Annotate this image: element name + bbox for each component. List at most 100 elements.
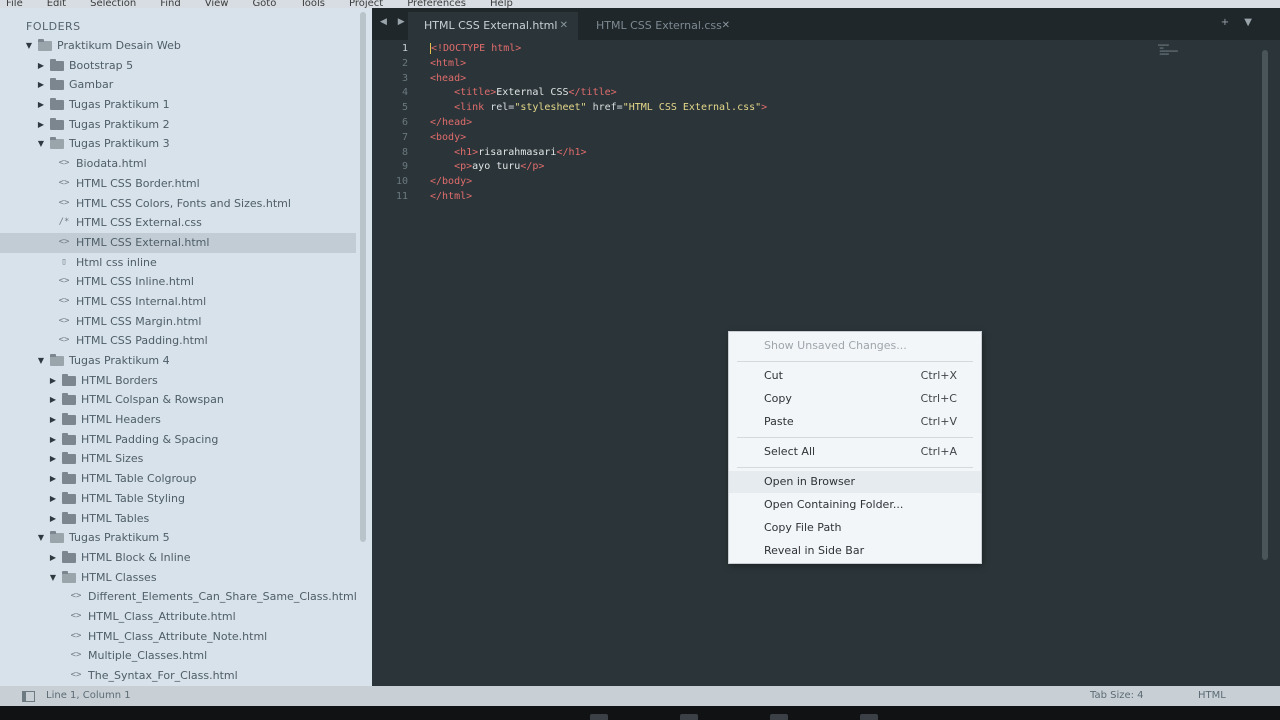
panel-toggle-icon[interactable] — [22, 691, 35, 702]
code-line[interactable]: <!DOCTYPE html> — [430, 42, 767, 57]
file-item[interactable]: ▯ Html css inline — [0, 253, 356, 273]
tab-html-css-external-css[interactable]: HTML CSS External.css ✕ — [580, 12, 740, 40]
folder-item[interactable]: ▼ Praktikum Desain Web — [0, 36, 356, 56]
file-item[interactable]: <> Biodata.html — [0, 154, 356, 174]
code-line[interactable]: <title>External CSS</title> — [430, 86, 767, 101]
menu-preferences[interactable]: Preferences — [401, 0, 466, 8]
folder-item[interactable]: ▼ Tugas Praktikum 5 — [0, 528, 356, 548]
folder-item[interactable]: ▶ HTML Colspan & Rowspan — [0, 390, 356, 410]
taskbar-app-icon[interactable] — [860, 714, 878, 720]
close-icon[interactable]: ✕ — [722, 12, 730, 40]
chevron-right-icon[interactable]: ▶ — [48, 371, 58, 391]
folder-icon — [50, 117, 64, 130]
chevron-right-icon[interactable]: ▶ — [48, 489, 58, 509]
menu-help[interactable]: Help — [484, 0, 513, 8]
chevron-down-icon[interactable]: ▼ — [24, 36, 34, 56]
file-item[interactable]: <> HTML CSS External.html — [0, 232, 356, 253]
menu-tools[interactable]: Tools — [294, 0, 325, 8]
code-line[interactable]: <link rel="stylesheet" href="HTML CSS Ex… — [430, 101, 767, 116]
folder-item[interactable]: ▶ Bootstrap 5 — [0, 56, 356, 76]
file-item[interactable]: <> HTML CSS Internal.html — [0, 292, 356, 312]
sidebar-header: FOLDERS — [26, 20, 81, 33]
file-item[interactable]: <> Multiple_Classes.html — [0, 646, 356, 666]
context-menu-item-copy-file-path[interactable]: Copy File Path — [729, 517, 981, 539]
chevron-right-icon[interactable]: ▶ — [48, 548, 58, 568]
file-item[interactable]: <> The_Syntax_For_Class.html — [0, 666, 356, 686]
file-item[interactable]: <> Different_Elements_Can_Share_Same_Clas… — [0, 587, 357, 607]
folder-item[interactable]: ▶ HTML Headers — [0, 410, 356, 430]
folder-item[interactable]: ▶ HTML Table Colgroup — [0, 469, 356, 489]
close-icon[interactable]: ✕ — [560, 12, 568, 40]
folder-item[interactable]: ▶ HTML Block & Inline — [0, 548, 356, 568]
folder-item[interactable]: ▶ HTML Tables — [0, 509, 356, 529]
chevron-right-icon[interactable]: ▶ — [36, 115, 46, 135]
taskbar-app-icon[interactable] — [590, 714, 608, 720]
sidebar-scrollbar[interactable] — [360, 12, 366, 542]
context-menu-item-paste[interactable]: Paste Ctrl+V — [729, 411, 981, 433]
folder-item[interactable]: ▼ HTML Classes — [0, 568, 356, 588]
taskbar-app-icon[interactable] — [680, 714, 698, 720]
chevron-right-icon[interactable]: ▶ — [48, 430, 58, 450]
folder-item[interactable]: ▶ Tugas Praktikum 2 — [0, 115, 356, 135]
code-line[interactable]: <html> — [430, 57, 767, 72]
chevron-right-icon[interactable]: ▶ — [48, 449, 58, 469]
code-line[interactable]: </head> — [430, 116, 767, 131]
file-item[interactable]: <> HTML CSS Inline.html — [0, 272, 356, 292]
menu-project[interactable]: Project — [343, 0, 383, 8]
folder-item[interactable]: ▶ HTML Table Styling — [0, 489, 356, 509]
syntax-selector[interactable]: HTML — [1198, 686, 1226, 706]
code-line[interactable]: <body> — [430, 131, 767, 146]
file-item[interactable]: /* HTML CSS External.css — [0, 213, 356, 233]
tab-nav-arrows-icon[interactable]: ◀ ▶ — [380, 17, 409, 27]
file-item[interactable]: <> HTML_Class_Attribute_Note.html — [0, 627, 356, 647]
folder-item[interactable]: ▶ HTML Sizes — [0, 449, 356, 469]
context-menu-item-open-in-browser[interactable]: Open in Browser — [729, 471, 981, 493]
file-item[interactable]: <> HTML CSS Border.html — [0, 174, 356, 194]
menu-edit[interactable]: Edit — [41, 0, 66, 8]
menu-view[interactable]: View — [199, 0, 229, 8]
taskbar-app-icon[interactable] — [770, 714, 788, 720]
code-line[interactable]: <h1>risarahmasari</h1> — [430, 146, 767, 161]
code-line[interactable]: </body> — [430, 175, 767, 190]
folder-item[interactable]: ▶ HTML Borders — [0, 371, 356, 391]
file-item[interactable]: <> HTML CSS Padding.html — [0, 331, 356, 351]
chevron-right-icon[interactable]: ▶ — [36, 75, 46, 95]
chevron-down-icon[interactable]: ▼ — [36, 528, 46, 548]
chevron-down-icon[interactable]: ▼ — [36, 351, 46, 371]
chevron-right-icon[interactable]: ▶ — [48, 469, 58, 489]
folder-item[interactable]: ▶ HTML Padding & Spacing — [0, 430, 356, 450]
chevron-right-icon[interactable]: ▶ — [48, 410, 58, 430]
context-menu-item-cut[interactable]: Cut Ctrl+X — [729, 365, 981, 387]
folder-item[interactable]: ▶ Gambar — [0, 75, 356, 95]
chevron-down-icon[interactable]: ▼ — [48, 568, 58, 588]
menu-goto[interactable]: Goto — [246, 0, 276, 8]
minimap[interactable]: ▬▬▬▬▬▬ ▬▬ ▬▬▬▬▬▬▬▬▬▬ ▬▬▬▬▬ — [1158, 44, 1214, 64]
folder-item[interactable]: ▶ Tugas Praktikum 1 — [0, 95, 356, 115]
tab-menu-icon[interactable]: + ▼ — [1221, 17, 1258, 28]
menu-find[interactable]: Find — [154, 0, 181, 8]
context-menu-item-reveal-in-side-bar[interactable]: Reveal in Side Bar — [729, 540, 981, 562]
code-area[interactable]: <!DOCTYPE html> <html> <head> <title>Exter… — [430, 42, 767, 205]
code-line[interactable]: <head> — [430, 72, 767, 87]
chevron-right-icon[interactable]: ▶ — [48, 390, 58, 410]
menu-selection[interactable]: Selection — [84, 0, 136, 8]
context-menu-item-open-containing-folder[interactable]: Open Containing Folder... — [729, 494, 981, 516]
tab-html-css-external-html[interactable]: HTML CSS External.html ✕ — [408, 12, 578, 40]
context-menu-item-copy[interactable]: Copy Ctrl+C — [729, 388, 981, 410]
chevron-down-icon[interactable]: ▼ — [36, 134, 46, 154]
chevron-right-icon[interactable]: ▶ — [48, 509, 58, 529]
code-line[interactable]: </html> — [430, 190, 767, 205]
menu-file[interactable]: File — [0, 0, 23, 8]
context-menu-item-select-all[interactable]: Select All Ctrl+A — [729, 441, 981, 463]
chevron-right-icon[interactable]: ▶ — [36, 95, 46, 115]
folder-item[interactable]: ▼ Tugas Praktikum 4 — [0, 351, 356, 371]
file-item[interactable]: <> HTML CSS Margin.html — [0, 312, 356, 332]
file-item[interactable]: <> HTML_Class_Attribute.html — [0, 607, 356, 627]
tab-size-selector[interactable]: Tab Size: 4 — [1090, 686, 1144, 706]
chevron-right-icon[interactable]: ▶ — [36, 56, 46, 76]
menu-item-shortcut: Ctrl+C — [920, 392, 957, 405]
folder-item[interactable]: ▼ Tugas Praktikum 3 — [0, 134, 356, 154]
editor-scrollbar[interactable] — [1262, 50, 1268, 560]
code-line[interactable]: <p>ayo turu</p> — [430, 160, 767, 175]
file-item[interactable]: <> HTML CSS Colors, Fonts and Sizes.html — [0, 194, 356, 214]
